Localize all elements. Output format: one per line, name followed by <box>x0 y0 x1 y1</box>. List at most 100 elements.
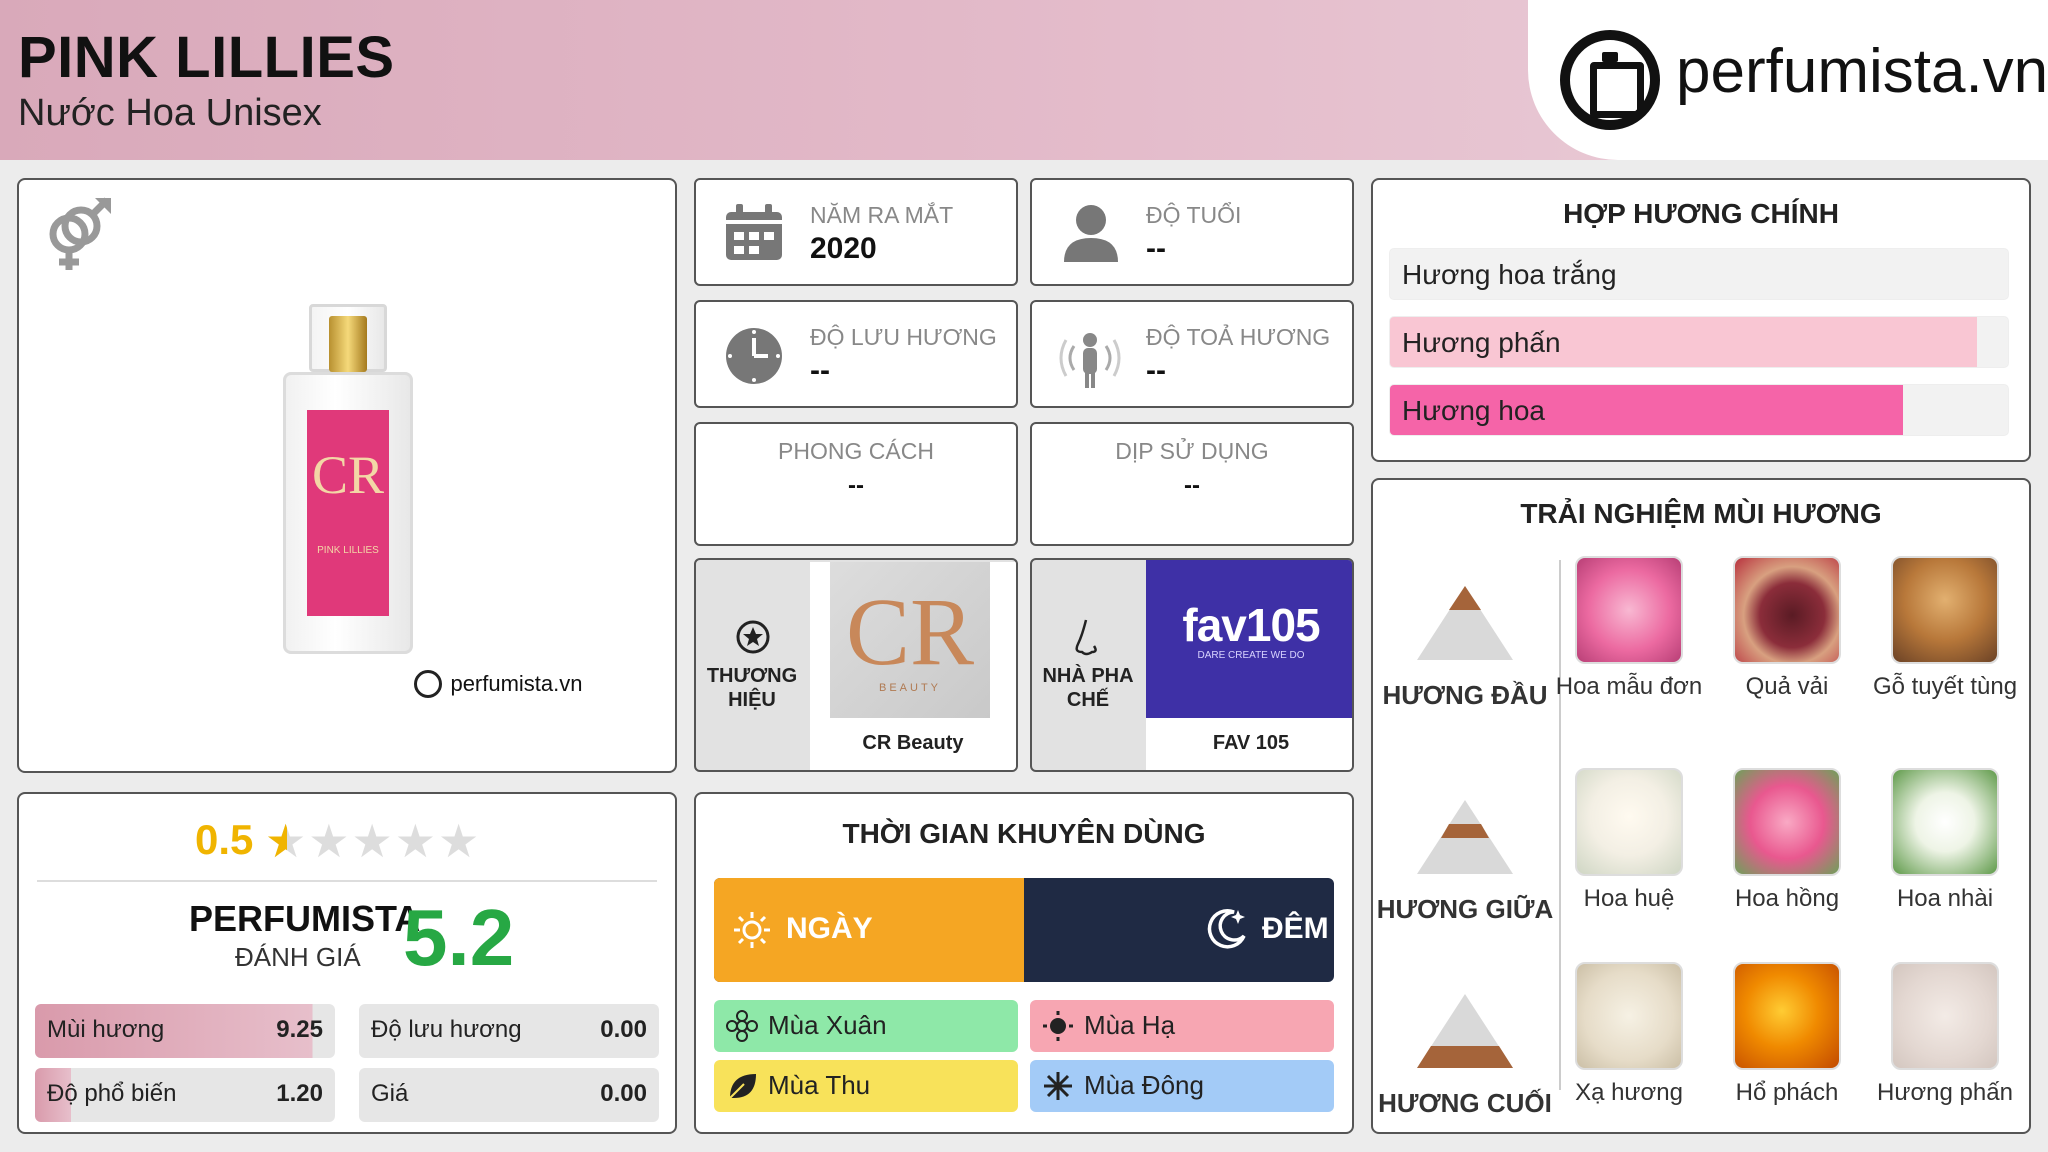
note-image[interactable] <box>1575 962 1683 1070</box>
age-label: ĐỘ TUỔI <box>1146 202 1242 228</box>
time-title: THỜI GIAN KHUYÊN DÙNG <box>842 818 1206 849</box>
star-rating: ★★★★★ ★★★★★ <box>265 815 482 867</box>
bottle-label: PINK LILLIES <box>317 545 379 556</box>
note-label: Hổ phách <box>1735 1079 1839 1106</box>
occasion-box: DỊP SỬ DỤNG -- <box>1030 422 1354 546</box>
person-icon <box>1064 205 1118 262</box>
occasion-value: -- <box>1184 472 1200 499</box>
watermark-text: perfumista.vn <box>450 671 583 696</box>
bottle-brand-mark: CR <box>311 445 385 505</box>
sillage-value: -- <box>1146 354 1166 387</box>
accord-label: Hương phấn <box>1402 327 1561 358</box>
metric-value: 9.25 <box>276 1016 323 1043</box>
style-box: PHONG CÁCH -- <box>694 422 1018 546</box>
time-card: THỜI GIAN KHUYÊN DÙNG NGÀY ĐÊM Mùa Xuân M… <box>694 792 1354 1134</box>
watermark-logo-icon <box>414 670 442 698</box>
season-1: Mùa Hạ <box>1030 1000 1334 1052</box>
metric-label: Độ lưu hương <box>371 1016 522 1043</box>
note-label: Hoa mẫu đơn <box>1555 673 1703 700</box>
sillage-label: ĐỘ TOẢ HƯƠNG <box>1146 324 1331 350</box>
occasion-label: DỊP SỬ DỤNG <box>1115 438 1269 464</box>
accord-bar: Hương phấn <box>1389 316 2009 368</box>
perfumer-logo-image: fav105 DARE CREATE WE DO <box>1146 560 1352 718</box>
snowflake-icon <box>1044 1072 1072 1100</box>
pyramid-top-icon <box>1417 586 1513 660</box>
perfume-bottle-image: CR PINK LILLIES <box>283 304 413 654</box>
unisex-gender-icon <box>49 197 111 270</box>
note-image[interactable] <box>1891 556 1999 664</box>
product-image-card: CR PINK LILLIES perfumista.vn <box>17 178 677 773</box>
perfumer-logo-sub: DARE CREATE WE DO <box>1197 650 1305 661</box>
middle-notes-label: HƯƠNG GIỮA <box>1376 894 1554 924</box>
rating-metric: Độ phổ biến 1.20 <box>35 1068 335 1122</box>
moon-icon <box>1207 909 1246 949</box>
perfume-bottle-logo-icon <box>1560 30 1660 130</box>
metric-label: Mùi hương <box>47 1016 165 1043</box>
brand-box[interactable]: THƯƠNG HIỆU CR BEAUTY CR Beauty <box>694 558 1018 772</box>
star-badge-icon <box>736 620 770 654</box>
season-2: Mùa Thu <box>714 1060 1018 1112</box>
perfumer-logo-text: fav105 <box>1182 599 1320 651</box>
brand-name: CR Beauty <box>810 718 1016 770</box>
style-label: PHONG CÁCH <box>778 438 934 464</box>
sun-icon <box>1043 1011 1073 1041</box>
calendar-icon <box>726 204 782 260</box>
base-notes-label: HƯƠNG CUỐI <box>1378 1088 1552 1118</box>
accord-label: Hương hoa trắng <box>1402 259 1617 290</box>
pyramid-base-icon <box>1417 994 1513 1068</box>
launch-year-box: NĂM RA MẮT 2020 <box>694 178 1018 286</box>
note-image[interactable] <box>1733 962 1841 1070</box>
metric-value: 0.00 <box>600 1080 647 1107</box>
longevity-value: -- <box>810 354 830 387</box>
top-notes-label: HƯƠNG ĐẦU <box>1382 680 1548 710</box>
header: PINK LILLIES Nước Hoa Unisex perfumista.… <box>0 0 2048 160</box>
notes-divider <box>1559 560 1561 1090</box>
note-label: Quả vải <box>1745 673 1829 700</box>
rating-metric: Giá 0.00 <box>359 1068 659 1122</box>
note-image[interactable] <box>1891 962 1999 1070</box>
page-title: PINK LILLIES <box>18 25 395 90</box>
metric-label: Độ phổ biến <box>47 1080 177 1107</box>
style-value: -- <box>848 472 864 499</box>
accord-bar: Hương hoa <box>1389 384 2009 436</box>
note-label: Xạ hương <box>1575 1079 1683 1106</box>
notes-title: TRẢI NGHIỆM MÙI HƯƠNG <box>1520 498 1882 529</box>
accord-label: Hương hoa <box>1402 395 1545 426</box>
night-label: ĐÊM <box>1262 912 1329 945</box>
flower-icon <box>726 1010 758 1042</box>
note-image[interactable] <box>1891 768 1999 876</box>
day-label: NGÀY <box>786 912 873 945</box>
note-image[interactable] <box>1733 556 1841 664</box>
launch-year-label: NĂM RA MẮT <box>810 202 954 228</box>
note-image[interactable] <box>1733 768 1841 876</box>
perfumista-sub: ĐÁNH GIÁ <box>235 942 361 972</box>
sun-icon <box>734 912 770 948</box>
user-score: 0.5 <box>195 816 254 863</box>
pyramid-middle-icon <box>1417 800 1513 874</box>
metric-value: 0.00 <box>600 1016 647 1043</box>
note-image[interactable] <box>1575 768 1683 876</box>
brand-logo-text: CR <box>845 578 975 685</box>
rating-divider <box>37 880 657 882</box>
perfumer-box[interactable]: NHÀ PHA CHẾ fav105 DARE CREATE WE DO FAV… <box>1030 558 1354 772</box>
brand-logo-image: CR BEAUTY <box>810 562 1016 718</box>
logo-text: perfumista.vn <box>1676 37 2048 106</box>
logo-area[interactable]: perfumista.vn <box>1528 0 2048 160</box>
radiate-icon <box>1059 333 1121 388</box>
note-image[interactable] <box>1575 556 1683 664</box>
age-value: -- <box>1146 232 1166 265</box>
brand-label: THƯƠNG HIỆU <box>706 665 798 711</box>
perfumer-label: NHÀ PHA CHẾ <box>1042 665 1134 711</box>
rating-metric: Độ lưu hương 0.00 <box>359 1004 659 1058</box>
clock-icon <box>726 328 782 384</box>
season-label: Mùa Đông <box>1084 1070 1204 1100</box>
accord-bar: Hương hoa trắng <box>1389 248 2009 300</box>
launch-year-value: 2020 <box>810 232 877 265</box>
longevity-box: ĐỘ LƯU HƯƠNG -- <box>694 300 1018 408</box>
longevity-label: ĐỘ LƯU HƯƠNG <box>810 324 997 350</box>
season-0: Mùa Xuân <box>714 1000 1018 1052</box>
watermark: perfumista.vn <box>414 670 583 698</box>
season-label: Mùa Hạ <box>1084 1010 1176 1040</box>
season-label: Mùa Xuân <box>768 1010 887 1040</box>
perfumer-name: FAV 105 <box>1146 718 1352 770</box>
